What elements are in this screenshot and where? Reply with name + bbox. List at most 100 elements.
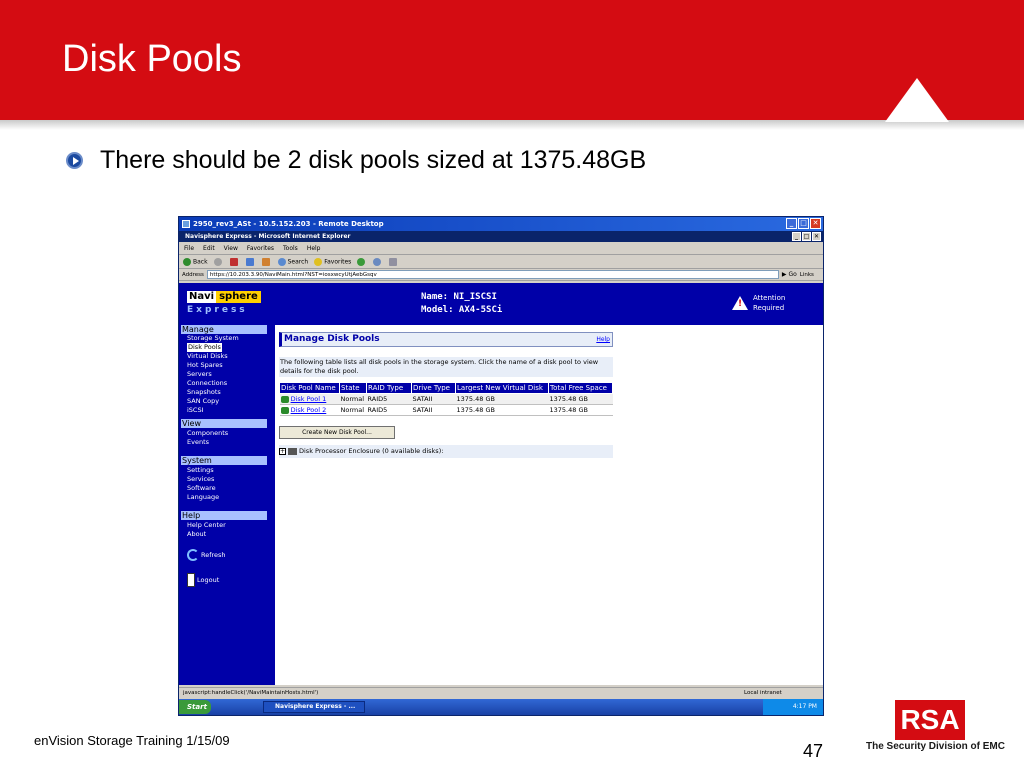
status-bar: javascript:handleClick('/NaviMaintainHos… [179, 687, 823, 698]
menu-edit[interactable]: Edit [203, 242, 215, 254]
ie-minimize-button[interactable]: _ [792, 232, 801, 241]
sidebar-item-snapshots[interactable]: Snapshots [187, 388, 221, 397]
address-input[interactable]: https://10.203.3.90/NaviMain.html?NST=io… [206, 270, 779, 279]
state-cell: Normal [339, 393, 367, 405]
history-button[interactable] [373, 257, 383, 266]
footer-text: enVision Storage Training 1/15/09 [34, 733, 230, 748]
sidebar-item-services[interactable]: Services [187, 475, 214, 484]
sidebar-item-servers[interactable]: Servers [187, 370, 212, 379]
disk-pool-link[interactable]: Disk Pool 2 [291, 406, 327, 414]
drive-cell: SATAII [411, 393, 456, 405]
warning-icon[interactable] [732, 296, 748, 310]
sidebar-item-settings[interactable]: Settings [187, 466, 214, 475]
search-icon [277, 257, 286, 266]
menu-file[interactable]: File [184, 242, 194, 254]
home-icon [261, 257, 270, 266]
help-link[interactable]: Help [596, 333, 610, 346]
banner-shadow [0, 120, 1024, 130]
address-bar: Address https://10.203.3.90/NaviMain.htm… [179, 269, 823, 281]
rsa-logo: RSA [895, 700, 965, 740]
create-disk-pool-button[interactable]: Create New Disk Pool... [279, 426, 395, 439]
menu-view[interactable]: View [224, 242, 238, 254]
browser-content: Navi sphere Express Name: NI_ISCSI Model… [179, 283, 823, 685]
clock: 4:17 PM [792, 703, 817, 710]
col-raid-type[interactable]: RAID Type [366, 382, 412, 394]
sidebar: Manage Storage System Disk Pools Virtual… [179, 325, 275, 685]
sidebar-item-events[interactable]: Events [187, 438, 209, 447]
pool-name-cell[interactable]: Disk Pool 2 [279, 404, 340, 416]
disk-pools-table: Disk Pool Name State RAID Type Drive Typ… [279, 382, 613, 416]
free-cell: 1375.48 GB [548, 393, 613, 405]
taskbar-item-navisphere[interactable]: Navisphere Express - ... [263, 701, 365, 713]
history-icon [373, 257, 382, 266]
sidebar-item-hot-spares[interactable]: Hot Spares [187, 361, 223, 370]
state-cell: Normal [339, 404, 367, 416]
status-text: javascript:handleClick('/NaviMaintainHos… [183, 690, 319, 696]
enclosure-label: Disk Processor Enclosure (0 available di… [299, 447, 444, 455]
minimize-button[interactable]: _ [786, 218, 797, 229]
sidebar-head-manage: Manage [181, 325, 267, 334]
sidebar-head-system: System [181, 456, 267, 465]
expand-icon[interactable]: + [279, 448, 286, 455]
links-button[interactable]: Links [800, 272, 814, 278]
col-disk-pool-name[interactable]: Disk Pool Name [279, 382, 340, 394]
disk-pool-link[interactable]: Disk Pool 1 [291, 395, 327, 403]
ie-close-button[interactable]: ✕ [812, 232, 821, 241]
ie-titlebar[interactable]: Navisphere Express - Microsoft Internet … [179, 231, 823, 242]
go-button[interactable]: ▶ Go [782, 271, 797, 278]
navisphere-header: Navi sphere Express Name: NI_ISCSI Model… [179, 283, 823, 325]
favorites-button[interactable]: Favorites [314, 257, 351, 266]
search-button[interactable]: Search [277, 257, 308, 266]
media-button[interactable] [357, 257, 367, 266]
sidebar-head-view: View [181, 419, 267, 428]
sidebar-item-language[interactable]: Language [187, 493, 219, 502]
back-button[interactable]: Back [183, 257, 208, 266]
col-total-free-space[interactable]: Total Free Space [548, 382, 613, 394]
sidebar-item-about[interactable]: About [187, 530, 206, 539]
sidebar-item-software[interactable]: Software [187, 484, 216, 493]
attention-label: Attention [753, 294, 786, 302]
menu-favorites[interactable]: Favorites [247, 242, 274, 254]
pool-name-cell[interactable]: Disk Pool 1 [279, 393, 340, 405]
system-info: Name: NI_ISCSI Model: AX4-5SCi [421, 291, 502, 317]
enclosure-row[interactable]: + Disk Processor Enclosure (0 available … [279, 445, 613, 458]
sidebar-item-connections[interactable]: Connections [187, 379, 227, 388]
maximize-button[interactable]: □ [798, 218, 809, 229]
close-button[interactable]: ✕ [810, 218, 821, 229]
rd-titlebar[interactable]: 2950_rev3_ASt - 10.5.152.203 - Remote De… [179, 217, 823, 231]
sidebar-item-disk-pools[interactable]: Disk Pools [187, 343, 222, 352]
ie-maximize-button[interactable]: □ [802, 232, 811, 241]
largest-cell: 1375.48 GB [455, 393, 549, 405]
refresh-action[interactable]: Refresh [187, 549, 226, 561]
col-state[interactable]: State [339, 382, 367, 394]
menu-help[interactable]: Help [307, 242, 321, 254]
sidebar-item-help-center[interactable]: Help Center [187, 521, 226, 530]
sidebar-item-components[interactable]: Components [187, 429, 228, 438]
menu-tools[interactable]: Tools [283, 242, 298, 254]
col-largest-new-virtual-disk[interactable]: Largest New Virtual Disk [455, 382, 549, 394]
slide: Disk Pools There should be 2 disk pools … [0, 0, 1024, 768]
system-tray: 4:17 PM [763, 699, 823, 715]
sidebar-item-storage-system[interactable]: Storage System [187, 334, 239, 343]
sidebar-item-iscsi[interactable]: iSCSI [187, 406, 204, 415]
mail-button[interactable] [389, 257, 399, 266]
sidebar-item-virtual-disks[interactable]: Virtual Disks [187, 352, 228, 361]
media-icon [357, 257, 366, 266]
col-drive-type[interactable]: Drive Type [411, 382, 456, 394]
refresh-button[interactable] [245, 257, 256, 266]
attention-required[interactable]: Attention Required [753, 293, 785, 313]
rd-title: 2950_rev3_ASt - 10.5.152.203 - Remote De… [193, 220, 384, 228]
home-button[interactable] [261, 257, 272, 266]
largest-cell: 1375.48 GB [455, 404, 549, 416]
start-button[interactable]: Start [179, 700, 211, 714]
address-label: Address [182, 271, 204, 278]
bullet-text: There should be 2 disk pools sized at 13… [100, 146, 647, 174]
forward-button[interactable] [213, 257, 224, 266]
sidebar-item-san-copy[interactable]: SAN Copy [187, 397, 219, 406]
stop-button[interactable] [229, 257, 240, 266]
free-cell: 1375.48 GB [548, 404, 613, 416]
logout-action[interactable]: Logout [187, 573, 219, 587]
taskbar: Start Navisphere Express - ... 4:17 PM [179, 699, 823, 715]
refresh-icon [245, 257, 254, 266]
door-icon [187, 573, 195, 587]
